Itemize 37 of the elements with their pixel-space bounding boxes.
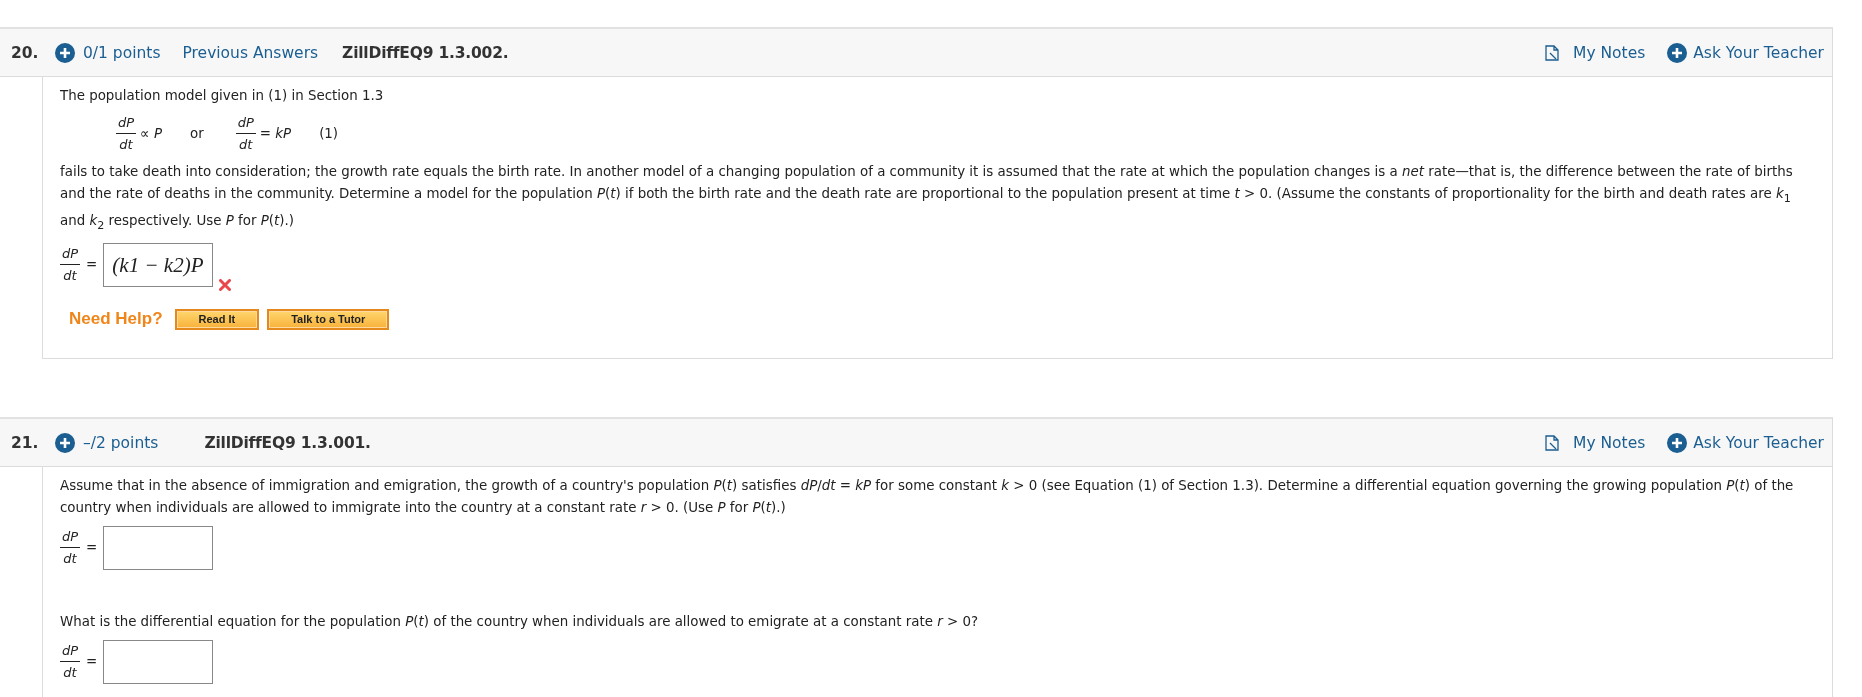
equals-sign: =: [86, 256, 98, 275]
equation-text: (1): [319, 125, 339, 143]
ask-teacher-link[interactable]: Ask Your Teacher: [1693, 433, 1824, 452]
question-text: fails to take death into consideration; the growth rate equals the birth rate. In another model of a changing population of a community it is assumed that the rate at which the population changes is a net rate—that is, the difference between the rate of births and the rate of deaths in the community. Determine a model for the population P(t) if both the birth rate and the death rate are proportional to the population present at time t > 0. (Assume the constants of proportionality for the birth and death rates are k$_{1}$ and k$_{2}$ respectively. Use P for P(t).): [60, 164, 1793, 228]
previous-answers-link[interactable]: Previous Answers: [182, 43, 319, 62]
equals-sign: =: [86, 539, 98, 558]
fraction: dP dt: [235, 114, 256, 154]
need-help-label: Need Help?: [69, 308, 163, 331]
answer-field[interactable]: (k1 − k2)P: [103, 243, 214, 288]
question-text: The population model given in (1) in Section 1.3: [60, 88, 384, 103]
fraction: dP dt: [60, 528, 81, 569]
question-number: 21.: [11, 433, 40, 452]
plus-icon[interactable]: [55, 42, 75, 63]
note-icon[interactable]: [1545, 44, 1559, 61]
answer-field[interactable]: [103, 526, 214, 571]
question-number: 20.: [11, 43, 40, 62]
help-button[interactable]: Read It: [174, 308, 260, 330]
fraction: dP dt: [60, 245, 81, 286]
question-text: Assume that in the absence of immigration and emigration, the growth of a country's population P(t) satisfies dP/dt = kP for some constant k > 0 (see Equation (1) of Section 1.3). Determine a differential equation governing the growing population P(t) of the country when individuals are allowed to immigrate into the country at a constant rate r > 0. (Use P for P(t).): [60, 478, 1794, 516]
equation-term: = kP: [259, 125, 292, 143]
plus-icon[interactable]: [1667, 42, 1688, 63]
ask-teacher-link[interactable]: Ask Your Teacher: [1693, 43, 1824, 62]
equation-text: or: [190, 125, 204, 143]
note-icon[interactable]: [1545, 434, 1559, 451]
equation-term: ∝ P: [140, 125, 162, 143]
answer-field[interactable]: [103, 640, 214, 685]
question-text: What is the differential equation for the population P(t) of the country when individuals are allowed to emigrate at a constant rate r > 0?: [60, 614, 979, 630]
plus-icon[interactable]: [55, 432, 75, 453]
plus-icon[interactable]: [1667, 432, 1688, 453]
fraction: dP dt: [60, 642, 81, 683]
question-code: ZillDiffEQ9 1.3.001.: [204, 433, 371, 452]
my-notes-link[interactable]: My Notes: [1573, 43, 1646, 62]
equals-sign: =: [86, 653, 98, 672]
fraction: dP dt: [116, 114, 137, 154]
my-notes-link[interactable]: My Notes: [1573, 433, 1646, 452]
help-button[interactable]: Talk to a Tutor: [267, 308, 390, 330]
question-code: ZillDiffEQ9 1.3.002.: [342, 43, 509, 62]
